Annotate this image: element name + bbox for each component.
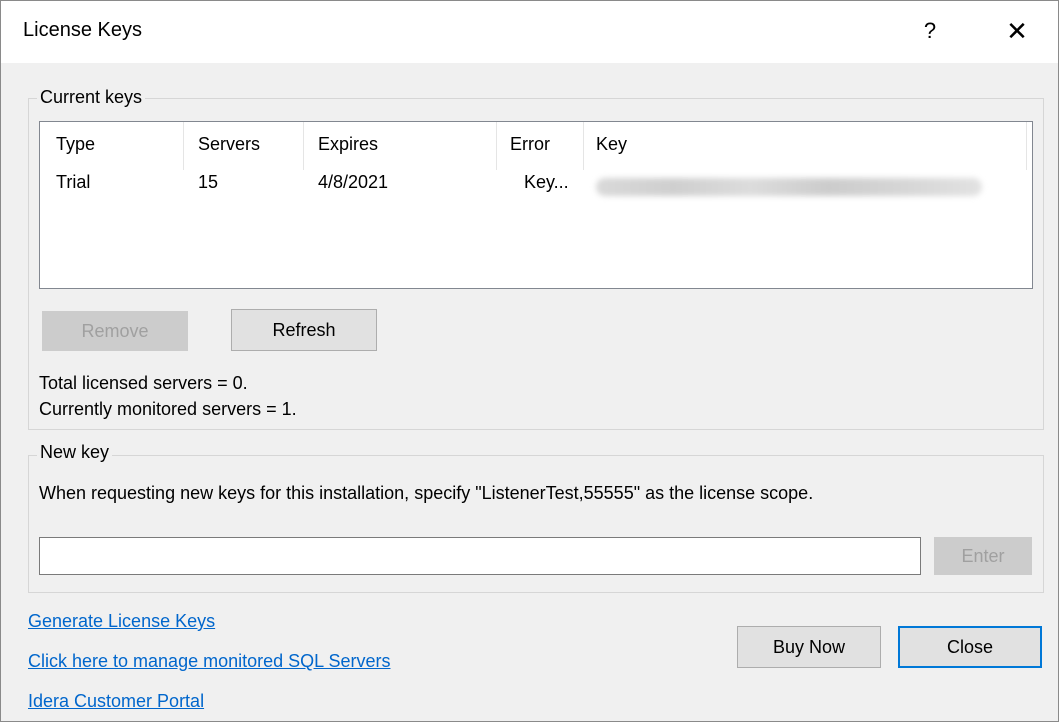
column-header-expires[interactable]: Expires [318, 134, 378, 155]
current-keys-label: Current keys [37, 87, 146, 108]
column-header-type[interactable]: Type [56, 134, 95, 155]
customer-portal-link[interactable]: Idera Customer Portal [28, 691, 204, 712]
title-bar: License Keys ? ✕ [1, 1, 1058, 63]
license-scope-instruction: When requesting new keys for this instal… [39, 483, 814, 503]
column-divider[interactable] [303, 122, 304, 170]
total-licensed-text: Total licensed servers = 0. [39, 373, 248, 393]
column-divider[interactable] [183, 122, 184, 170]
cell-key-redacted [596, 178, 982, 196]
column-header-key[interactable]: Key [596, 134, 627, 155]
keys-list[interactable]: Type Servers Expires Error Key Trial 15 … [39, 121, 1033, 289]
keys-list-header: Type Servers Expires Error Key [40, 134, 1032, 162]
column-header-servers[interactable]: Servers [198, 134, 260, 155]
currently-monitored-text: Currently monitored servers = 1. [39, 399, 297, 419]
cell-servers: 15 [198, 172, 219, 192]
manage-sql-servers-link[interactable]: Click here to manage monitored SQL Serve… [28, 651, 391, 672]
close-button[interactable]: Close [898, 626, 1042, 668]
column-divider[interactable] [583, 122, 584, 170]
column-divider[interactable] [496, 122, 497, 170]
license-keys-dialog: License Keys ? ✕ Current keys Type Serve… [0, 0, 1059, 722]
generate-license-keys-link[interactable]: Generate License Keys [28, 611, 215, 632]
cell-type: Trial [56, 172, 91, 192]
buy-now-button[interactable]: Buy Now [737, 626, 881, 668]
refresh-button[interactable]: Refresh [231, 309, 377, 351]
remove-button[interactable]: Remove [42, 311, 188, 351]
new-key-input[interactable] [39, 537, 921, 575]
new-key-label: New key [37, 442, 113, 463]
dialog-title: License Keys [23, 19, 142, 41]
column-header-error[interactable]: Error [510, 134, 550, 155]
close-icon[interactable]: ✕ [997, 11, 1037, 51]
column-divider[interactable] [1026, 122, 1027, 170]
cell-expires: 4/8/2021 [318, 172, 389, 192]
enter-button[interactable]: Enter [934, 537, 1032, 575]
cell-error: Key... [524, 172, 569, 192]
help-icon[interactable]: ? [913, 11, 947, 51]
